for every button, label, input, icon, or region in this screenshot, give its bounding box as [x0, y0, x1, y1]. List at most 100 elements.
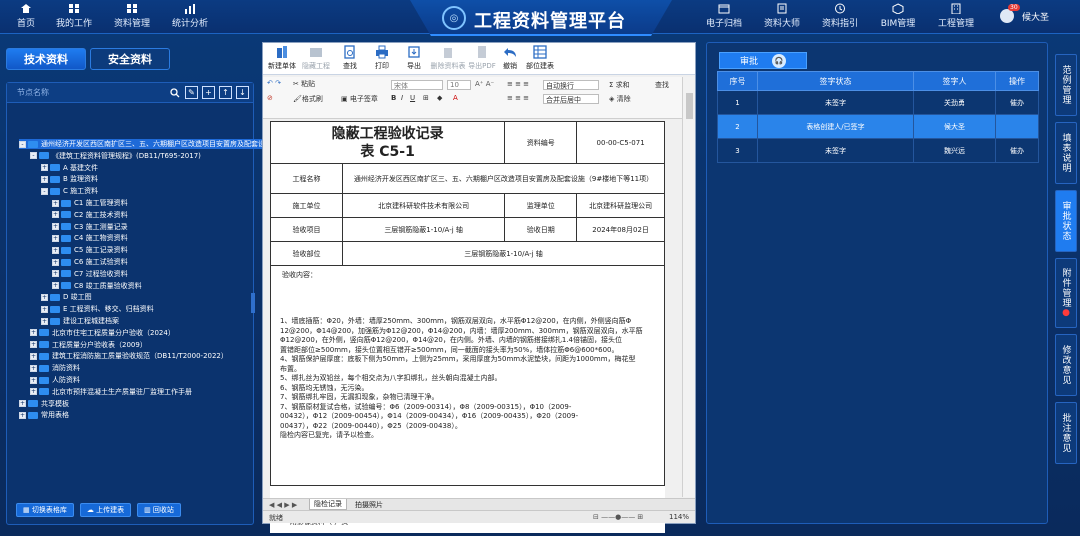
table-row[interactable]: 1 未签字 关劲勇 催办 [717, 90, 1039, 115]
align-horizontal-icons[interactable]: ≡ ≡ ≡ [507, 94, 529, 102]
expand-icon[interactable]: + [52, 211, 59, 219]
tree-node[interactable]: + 常用表格 [19, 410, 69, 420]
tree-splitter-handle[interactable] [251, 293, 255, 313]
tree-node[interactable]: + C4 施工物资资料 [52, 233, 128, 243]
underline-icon[interactable]: U [410, 94, 415, 102]
vtab-approval-status[interactable]: 审批状态 [1055, 190, 1077, 252]
zoom-slider[interactable]: ⊟ ——●—— ⊞ [593, 513, 643, 521]
tree-node[interactable]: + C7 过程验收资料 [52, 269, 128, 279]
nav-bim-management[interactable]: BIM管理 [876, 3, 920, 29]
export-button[interactable]: 导出 [399, 45, 429, 71]
expand-icon[interactable]: + [41, 175, 48, 183]
tree-node[interactable]: - 通州经济开发区西区南扩区三、五、六期棚户区改造项目安置房及配套设 [19, 139, 265, 149]
tree-node[interactable]: + 共享模板 [19, 399, 69, 409]
move-down-icon[interactable]: ↓ [236, 86, 249, 99]
expand-icon[interactable]: + [30, 341, 37, 349]
table-row[interactable]: 3 未签字 魏兴远 催办 [717, 138, 1039, 163]
print-button[interactable]: 打印 [367, 45, 397, 71]
urge-button[interactable]: 催办 [995, 138, 1039, 163]
tree-node[interactable]: - C 施工资料 [41, 186, 98, 196]
tree-node[interactable]: + 建设工程城建档案 [41, 316, 119, 326]
expand-icon[interactable]: + [52, 234, 59, 242]
font-size-select[interactable]: 10 [447, 80, 471, 90]
nav-project-management[interactable]: 工程管理 [934, 3, 978, 29]
hide-project-button[interactable]: 隐藏工程 [301, 45, 331, 71]
tab-safety-data[interactable]: 安全资料 [90, 48, 170, 70]
find-small-button[interactable]: 查找 [655, 80, 669, 90]
tree-node[interactable]: + 建筑工程消防施工质量验收规范（DB11/T2000-2022） [30, 351, 228, 361]
nav-data-master[interactable]: 资料大师 [760, 3, 804, 29]
table-row[interactable]: 2 表格创建人/已签字 候大圣 [717, 114, 1039, 139]
urge-button[interactable]: 催办 [995, 90, 1039, 115]
date-value[interactable]: 2024年08月02日 [576, 217, 665, 242]
tree-node[interactable]: + 消防资料 [30, 363, 80, 373]
vtab-annotations[interactable]: 批注意见 [1055, 402, 1077, 464]
search-icon[interactable] [168, 86, 181, 99]
clear-button[interactable]: ◈ 清除 [609, 94, 631, 104]
vtab-fill-guide[interactable]: 填表说明 [1055, 122, 1077, 184]
tab-approval[interactable]: 审批 🎧 [719, 52, 807, 69]
format-painter-button[interactable]: 🖌格式刷 [293, 94, 323, 104]
tree-node[interactable]: + C3 施工测量记录 [52, 222, 128, 232]
paste-button[interactable]: ✂ 粘贴 [293, 79, 315, 89]
expand-icon[interactable]: + [30, 364, 37, 372]
vtab-revision-comments[interactable]: 修改意见 [1055, 334, 1077, 396]
undo-button[interactable]: 撤销 [495, 45, 525, 71]
expand-icon[interactable]: + [52, 246, 59, 254]
expand-icon[interactable]: + [52, 282, 59, 290]
new-unit-button[interactable]: 新建单体 [267, 45, 297, 71]
merge-center-button[interactable]: 合并后居中 [543, 94, 599, 104]
font-color-icon[interactable]: A [453, 94, 458, 102]
nav-data-management[interactable]: 资料管理 [110, 3, 154, 29]
upload-table-button[interactable]: ☁ 上传建表 [79, 503, 132, 517]
expand-icon[interactable]: + [41, 305, 48, 313]
vertical-scrollbar[interactable] [682, 77, 695, 497]
expand-icon[interactable]: + [52, 199, 59, 207]
expand-icon[interactable]: + [52, 270, 59, 278]
align-top-icons[interactable]: ≡ ≡ ≡ [507, 80, 529, 88]
collapse-icon[interactable]: - [41, 187, 48, 195]
tree-node[interactable]: + C2 施工技术资料 [52, 210, 128, 220]
e-signature-button[interactable]: ▣ 电子签章 [341, 94, 378, 104]
tree-node[interactable]: + C6 施工试验资料 [52, 257, 128, 267]
tree-node[interactable]: + C1 施工管理资料 [52, 198, 128, 208]
expand-icon[interactable]: + [19, 411, 26, 419]
user-menu[interactable]: 30 候大圣 [1000, 4, 1049, 23]
vtab-attachments[interactable]: 附件管理 ● [1055, 258, 1077, 328]
move-up-icon[interactable]: ↑ [219, 86, 232, 99]
part-value[interactable]: 三层钢筋隐蔽1-10/A-j 轴 [342, 241, 665, 266]
sheet-tab-inspection[interactable]: 隐检记录 [309, 499, 347, 510]
sheet-tab-photos[interactable]: 拍摄照片 [351, 499, 387, 510]
add-icon[interactable]: + [202, 86, 215, 99]
tree-node[interactable]: + E 工程资料、移交、归档资料 [41, 304, 154, 314]
expand-icon[interactable]: + [41, 317, 48, 325]
tree-node[interactable]: + C5 施工记录资料 [52, 245, 128, 255]
expand-icon[interactable]: + [52, 258, 59, 266]
expand-icon[interactable]: + [30, 376, 37, 384]
fill-color-icon[interactable]: ◆ [437, 94, 442, 102]
tree-node[interactable]: + D 竣工图 [41, 292, 92, 302]
find-button[interactable]: 查找 [335, 45, 365, 71]
italic-icon[interactable]: I [401, 94, 403, 102]
tree-node[interactable]: + 北京市住宅工程质量分户验收（2024） [30, 328, 175, 338]
nav-electronic-archive[interactable]: 电子归档 [702, 3, 746, 29]
item-value[interactable]: 三层钢筋隐蔽1-10/A-j 轴 [341, 217, 506, 242]
nav-my-work[interactable]: 我的工作 [52, 3, 96, 29]
delete-table-button[interactable]: 删除资料表 [431, 45, 466, 71]
clear-format-icon[interactable]: ⊘ [267, 94, 273, 102]
vtab-examples[interactable]: 范例管理 [1055, 54, 1077, 116]
sheet-nav-icon[interactable]: ◀ ◀ ▶ ▶ [265, 499, 301, 510]
supervisor-value[interactable]: 北京建科研监理公司 [576, 193, 665, 218]
expand-icon[interactable]: + [30, 352, 37, 360]
switch-table-library-button[interactable]: ▦ 切换表格库 [16, 503, 74, 517]
border-icon[interactable]: ⊞ [423, 94, 429, 102]
tree-node[interactable]: + C8 竣工质量验收资料 [52, 281, 142, 291]
tree-node[interactable]: + 人防资料 [30, 375, 80, 385]
undo-small-icon[interactable]: ↶ ↷ [267, 79, 281, 87]
expand-icon[interactable]: + [41, 293, 48, 301]
expand-icon[interactable]: + [30, 388, 37, 396]
font-family-select[interactable]: 宋体 [391, 80, 443, 90]
tree-node[interactable]: + 北京市预拌混凝土生产质量驻厂监理工作手册 [30, 387, 192, 397]
font-grow-icon[interactable]: A⁺ A⁻ [475, 80, 494, 88]
tree-node[interactable]: + A 基建文件 [41, 163, 98, 173]
